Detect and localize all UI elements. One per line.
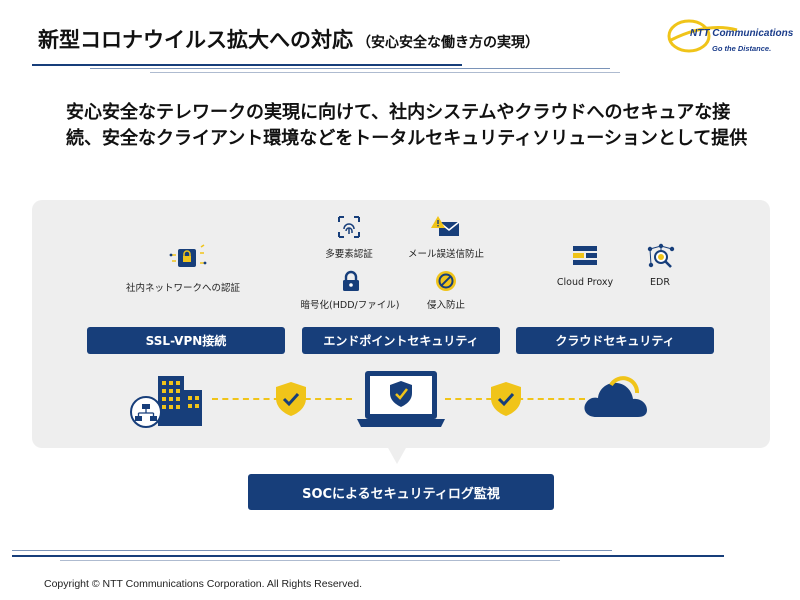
header-rule-2 — [90, 68, 610, 69]
pointer-triangle-icon — [387, 446, 407, 464]
soc-monitoring-button[interactable]: SOCによるセキュリティログ監視 — [248, 474, 554, 510]
logo-text: NTT Communications — [690, 28, 794, 39]
feature-label-cloud-proxy: Cloud Proxy — [556, 277, 614, 288]
padlock-icon — [343, 270, 359, 291]
shield-left-icon — [276, 382, 306, 416]
firewall-icon — [573, 246, 597, 265]
edr-magnifier-icon — [647, 243, 675, 268]
network-lock-icon — [169, 244, 207, 267]
footer-rule-1 — [12, 550, 612, 551]
endpoint-security-button[interactable]: エンドポイントセキュリティ — [302, 327, 500, 354]
cloud-security-button[interactable]: クラウドセキュリティ — [516, 327, 714, 354]
fingerprint-icon — [338, 216, 360, 238]
header-rule-3 — [150, 72, 620, 73]
ssl-vpn-button[interactable]: SSL-VPN接続 — [87, 327, 285, 354]
office-building-icon — [130, 376, 202, 428]
page-title: 新型コロナウイルス拡大への対応 （安心安全な働き方の実現） — [38, 24, 539, 54]
copyright-text: Copyright © NTT Communications Corporati… — [44, 578, 362, 590]
feature-label-encryption: 暗号化(HDD/ファイル) — [300, 300, 400, 311]
feature-label-intrusion: 侵入防止 — [426, 300, 466, 311]
logo-tagline: Go the Distance. — [712, 44, 772, 53]
lead-text: 安心安全なテレワークの実現に向けて、社内システムやクラウドへのセキュアな接続、安… — [66, 102, 748, 149]
page-title-main: 新型コロナウイルス拡大への対応 — [38, 28, 353, 52]
footer-rule-2 — [12, 555, 724, 557]
shield-right-icon — [491, 382, 521, 416]
feature-label-network-auth: 社内ネットワークへの認証 — [125, 283, 241, 294]
mail-warning-icon — [431, 216, 460, 236]
header-rule-1 — [32, 64, 462, 66]
feature-label-mail: メール誤送信防止 — [407, 249, 485, 260]
feature-label-edr: EDR — [650, 277, 670, 288]
page-subtitle: （安心安全な働き方の実現） — [357, 35, 539, 51]
feature-label-mfa: 多要素認証 — [325, 249, 373, 260]
laptop-icon — [357, 371, 445, 427]
cloud-icon — [584, 376, 647, 417]
no-entry-icon — [436, 271, 456, 291]
footer-rule-3 — [60, 560, 560, 561]
